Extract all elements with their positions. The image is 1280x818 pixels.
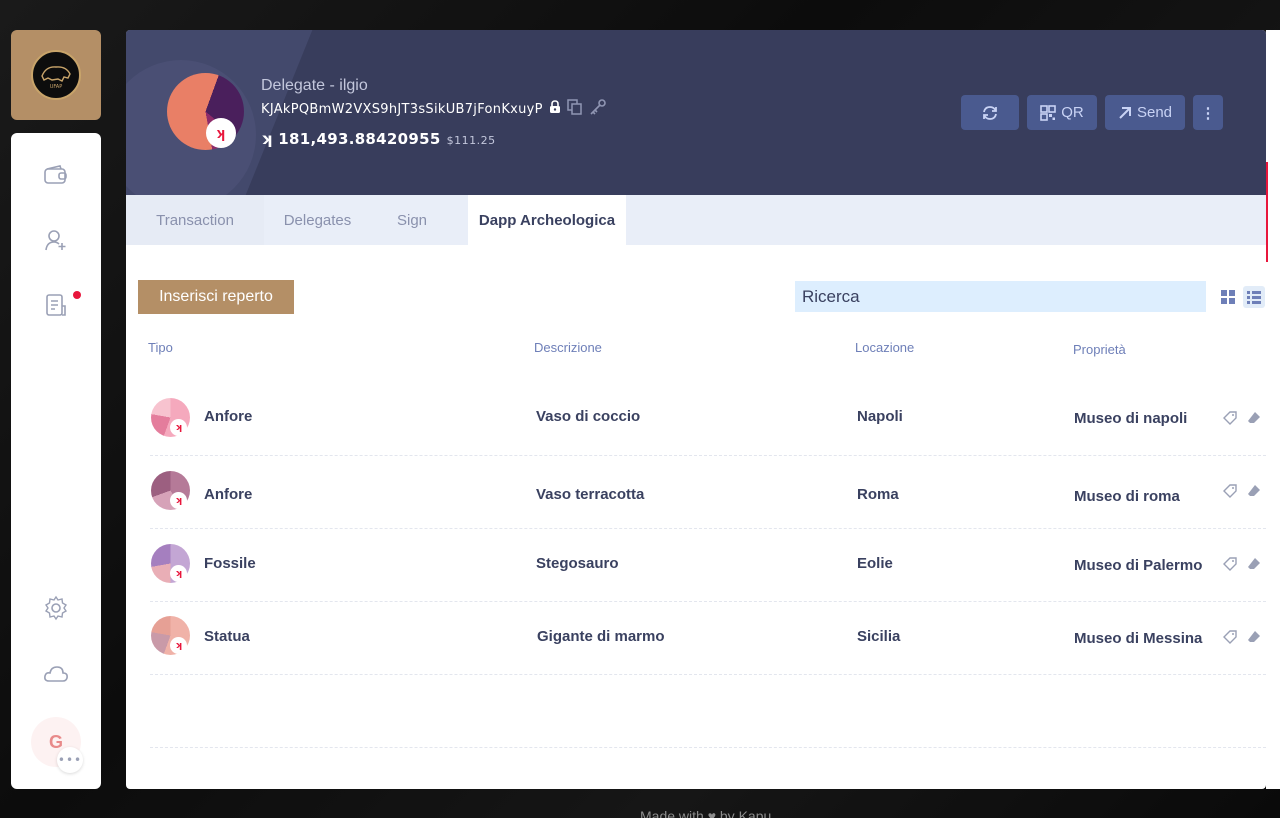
cell-proprieta: Museo di Messina (1074, 630, 1203, 647)
row-avatar-badge: ʞ (170, 492, 187, 509)
key-icon[interactable] (589, 99, 607, 119)
eraser-icon[interactable] (1247, 411, 1261, 429)
cell-tipo: Anfore (204, 486, 253, 503)
wallet-icon[interactable] (41, 160, 71, 190)
cell-locazione: Eolie (857, 555, 893, 572)
eraser-icon[interactable] (1247, 630, 1261, 648)
row-actions (1223, 630, 1261, 648)
tag-icon[interactable] (1223, 411, 1237, 429)
app-logo: UFAP (31, 50, 81, 100)
tab-transaction[interactable]: Transaction (126, 195, 264, 245)
boar-logo-icon: UFAP (41, 66, 71, 90)
app-logo-tile[interactable]: UFAP (11, 30, 101, 120)
cell-descrizione: Vaso terracotta (536, 486, 645, 503)
cell-proprieta: Museo di napoli (1074, 410, 1188, 427)
cell-tipo: Statua (204, 628, 250, 645)
cell-descrizione: Gigante di marmo (537, 628, 665, 645)
table-bottom-divider (150, 747, 1266, 748)
search-input[interactable] (795, 281, 1206, 312)
cell-descrizione: Stegosauro (536, 555, 619, 572)
gear-icon[interactable] (41, 593, 71, 623)
row-actions (1223, 484, 1261, 502)
notification-dot (73, 291, 81, 299)
grid-view-icon[interactable] (1217, 286, 1239, 308)
row-divider (150, 601, 1266, 602)
account-badge: ʞ (206, 118, 236, 148)
tag-icon[interactable] (1223, 484, 1237, 502)
lock-icon[interactable] (549, 100, 561, 118)
footer-credit: Made with ♥ by Kapu (640, 808, 772, 818)
fiat-balance: $111.25 (446, 134, 496, 147)
account-balance: 181,493.88420955 (278, 130, 441, 148)
row-actions (1223, 557, 1261, 575)
row-divider (150, 674, 1266, 675)
scrollbar-track[interactable] (1266, 30, 1280, 789)
tab-sign[interactable]: Sign (371, 195, 453, 245)
account-name: Delegate - ilgio (261, 77, 368, 94)
currency-symbol: ʞ (261, 130, 273, 148)
send-arrow-icon (1119, 106, 1131, 119)
refresh-icon (983, 105, 997, 120)
account-header: ʞ Delegate - ilgio KJAkPQBmW2VXS9hJT3sSi… (126, 30, 1266, 195)
add-user-icon[interactable] (41, 225, 71, 255)
row-avatar-badge: ʞ (170, 565, 187, 582)
row-avatar-badge: ʞ (170, 419, 187, 436)
cell-locazione: Napoli (857, 408, 903, 425)
sidebar: G ••• (11, 133, 101, 789)
eraser-icon[interactable] (1247, 557, 1261, 575)
tab-bar: Transaction Delegates Sign Dapp Archeolo… (126, 195, 1266, 245)
column-header-proprieta[interactable]: Proprietà (1073, 342, 1126, 357)
copy-icon[interactable] (567, 99, 583, 119)
column-header-descrizione[interactable]: Descrizione (534, 340, 602, 355)
account-address-row: KJAkPQBmW2VXS9hJT3sSikUB7jFonKxuyP (261, 99, 607, 119)
insert-artifact-button[interactable]: Inserisci reperto (138, 280, 294, 314)
row-avatar-badge: ʞ (170, 637, 187, 654)
cell-proprieta: Museo di roma (1074, 488, 1180, 505)
row-divider (150, 455, 1266, 456)
send-label: Send (1136, 104, 1173, 121)
eraser-icon[interactable] (1247, 484, 1261, 502)
cloud-icon[interactable] (41, 659, 71, 689)
cell-proprieta: Museo di Palermo (1074, 557, 1203, 574)
qr-code-icon (1040, 104, 1057, 121)
send-button[interactable]: Send (1105, 95, 1185, 130)
cell-tipo: Anfore (204, 408, 253, 425)
tag-icon[interactable] (1223, 630, 1237, 648)
column-header-tipo[interactable]: Tipo (148, 340, 173, 355)
row-actions (1223, 411, 1261, 429)
cell-descrizione: Vaso di coccio (536, 408, 641, 425)
cell-tipo: Fossile (204, 555, 256, 572)
cell-locazione: Roma (857, 486, 899, 503)
row-divider (150, 528, 1266, 529)
tag-icon[interactable] (1223, 557, 1237, 575)
cell-locazione: Sicilia (857, 628, 901, 645)
tab-dapp-archeologica[interactable]: Dapp Archeologica (468, 195, 626, 245)
main-panel: ʞ Delegate - ilgio KJAkPQBmW2VXS9hJT3sSi… (126, 30, 1266, 789)
qr-label: QR (1061, 104, 1084, 121)
document-icon[interactable] (41, 290, 71, 320)
tab-delegates[interactable]: Delegates (264, 195, 371, 245)
header-more-button[interactable]: ⋮ (1193, 95, 1223, 130)
column-header-locazione[interactable]: Locazione (855, 340, 914, 355)
account-balance-row: ʞ 181,493.88420955 $111.25 (261, 130, 496, 148)
more-options-button[interactable]: ••• (57, 747, 83, 773)
qr-button[interactable]: QR (1027, 95, 1097, 130)
svg-text:UFAP: UFAP (50, 84, 63, 90)
account-address: KJAkPQBmW2VXS9hJT3sSikUB7jFonKxuyP (261, 101, 543, 117)
refresh-button[interactable] (961, 95, 1019, 130)
list-view-icon[interactable] (1243, 286, 1265, 308)
